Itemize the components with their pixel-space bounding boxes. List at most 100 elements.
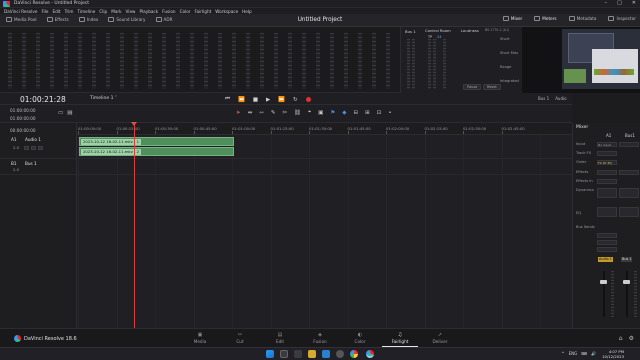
volume-icon[interactable]: 🔊	[591, 351, 596, 356]
zoom-dot-icon[interactable]: •	[388, 110, 391, 116]
minimize-button[interactable]: –	[605, 0, 608, 6]
menu-workspace[interactable]: Workspace	[215, 9, 238, 14]
inspector-toggle-button[interactable]: Inspector	[608, 16, 636, 21]
tray-overflow-icon[interactable]: ^	[561, 351, 564, 356]
eq-graph-bus[interactable]	[619, 207, 639, 217]
davinci-resolve-taskbar-icon[interactable]	[366, 350, 374, 358]
menu-view[interactable]: View	[126, 9, 136, 14]
page-tab-deliver[interactable]: ➚ Deliver	[422, 332, 458, 344]
bus-send-slot[interactable]	[597, 240, 617, 245]
image-tool-icon[interactable]: ▣	[318, 110, 323, 116]
track-header-b1[interactable]: B1 Bus 1 2.0	[0, 159, 77, 175]
flag-tool-icon[interactable]: ⚑	[330, 110, 335, 116]
menu-trim[interactable]: Trim	[65, 9, 74, 14]
page-tab-media[interactable]: ▣ Media	[182, 332, 218, 344]
play-icon[interactable]: ▶	[266, 97, 270, 103]
obs-icon[interactable]	[336, 350, 344, 358]
menu-edit[interactable]: Edit	[52, 9, 60, 14]
effects-in-toggle[interactable]	[597, 179, 617, 184]
audio-clip[interactable]: 2023-10-12 16-02-11.mkv - 2	[79, 147, 234, 156]
eq-graph[interactable]	[597, 207, 617, 217]
keyboard-icon[interactable]: ⌨	[581, 351, 587, 356]
page-tab-color[interactable]: ◐ Color	[342, 332, 378, 344]
index-button[interactable]: Index	[78, 17, 98, 22]
track-header-a1[interactable]: A1 Audio 1 2.0	[0, 135, 77, 159]
menu-timeline[interactable]: Timeline	[77, 9, 95, 14]
input-select-bus[interactable]	[619, 142, 639, 147]
language-indicator[interactable]: ENG	[569, 351, 578, 356]
video-monitor[interactable]	[522, 27, 640, 93]
range-tool-icon[interactable]: ⇹	[248, 110, 253, 116]
pause-button[interactable]: Pause	[463, 84, 482, 90]
pencil-tool-icon[interactable]: ✎	[271, 110, 276, 116]
task-view-icon[interactable]	[294, 350, 302, 358]
lane-b1[interactable]	[77, 159, 572, 175]
fader-a1[interactable]	[600, 280, 607, 284]
zoom-detail-icon[interactable]: ⊞	[365, 110, 370, 116]
track-list-icon[interactable]: ▤	[67, 110, 72, 116]
effects-slot-bus[interactable]	[619, 170, 639, 175]
effects-button[interactable]: Effects	[46, 17, 69, 22]
maximize-button[interactable]: □	[617, 0, 622, 6]
menu-davinci-resolve[interactable]: DaVinci Resolve	[4, 9, 37, 14]
track-name[interactable]: Audio 1	[25, 137, 41, 142]
mute-button[interactable]	[38, 146, 43, 150]
dynamics-graph-bus[interactable]	[619, 188, 639, 198]
marker-tool-icon[interactable]: ◆	[342, 110, 346, 116]
chrome-icon[interactable]	[350, 350, 358, 358]
menu-fusion[interactable]: Fusion	[162, 9, 175, 14]
menu-file[interactable]: File	[41, 9, 48, 14]
record-icon[interactable]	[305, 97, 311, 102]
mixer-toggle-button[interactable]: Mixer	[502, 16, 522, 21]
audio-select[interactable]: Audio	[555, 96, 566, 101]
menu-color[interactable]: Color	[180, 9, 191, 14]
settings-gear-icon[interactable]: ⚙	[629, 335, 634, 342]
bus-send-slot[interactable]	[597, 233, 617, 238]
close-button[interactable]: ✕	[632, 0, 636, 6]
menu-help[interactable]: Help	[242, 9, 252, 14]
menu-mark[interactable]: Mark	[111, 9, 121, 14]
effects-slot[interactable]	[597, 170, 617, 175]
loudness-standard[interactable]: BS.1770-1 (LU)	[485, 28, 509, 32]
order-select[interactable]: FX DY EQ	[597, 160, 617, 165]
input-select[interactable]: No Input	[597, 142, 617, 147]
meters-toggle-button[interactable]: Meters	[534, 16, 557, 21]
start-windows-icon[interactable]	[266, 350, 274, 358]
menu-playback[interactable]: Playback	[139, 9, 158, 14]
page-tab-fairlight[interactable]: ♫ Fairlight	[382, 332, 418, 347]
reset-button[interactable]: Reset	[483, 84, 501, 90]
track-fx-slot[interactable]	[597, 151, 617, 156]
razor-tool-icon[interactable]: ✂	[282, 110, 287, 116]
record-arm-button[interactable]	[24, 146, 29, 150]
timeline-view-icon[interactable]: ▭	[58, 110, 63, 116]
rewind-icon[interactable]: ⏪	[238, 97, 245, 103]
audio-clip[interactable]: 2023-10-12 16-02-11.mkv - 1	[79, 137, 234, 146]
lane-a1[interactable]: 2023-10-12 16-02-11.mkv - 1 2023-10-12 1…	[77, 135, 572, 159]
timeline-ruler[interactable]: 01:00:00:00 01:00:15:00 01:00:30:00 01:00:4…	[77, 123, 572, 135]
fader-bus1[interactable]	[623, 280, 630, 284]
bus-output-select[interactable]: Bus 1	[538, 96, 549, 101]
fast-forward-icon[interactable]: ⏩	[278, 97, 285, 103]
snap-tool-icon[interactable]: ⌖	[308, 109, 311, 116]
link-tool-icon[interactable]: ⛓	[294, 110, 301, 116]
home-icon[interactable]: ⌂	[619, 335, 623, 342]
solo-button[interactable]	[31, 146, 36, 150]
edge-browser-icon[interactable]	[322, 350, 330, 358]
menu-clip[interactable]: Clip	[99, 9, 107, 14]
sound-library-button[interactable]: Sound Library	[108, 17, 146, 22]
zoom-full-icon[interactable]: ⊟	[354, 110, 359, 116]
track-name[interactable]: Bus 1	[25, 161, 37, 166]
bus-send-slot[interactable]	[597, 247, 617, 252]
loop-icon[interactable]: ↻	[293, 97, 298, 103]
page-tab-fusion[interactable]: ◈ Fusion	[302, 332, 338, 344]
zoom-custom-icon[interactable]: ⊡	[377, 110, 382, 116]
adr-button[interactable]: ADR	[155, 17, 173, 22]
system-clock[interactable]: 4:07 PM 10/12/2023	[602, 349, 624, 359]
page-tab-edit[interactable]: ▤ Edit	[262, 332, 298, 344]
page-tab-cut[interactable]: ✂ Cut	[222, 332, 258, 344]
timeline-name-dropdown[interactable]: Timeline 1 ˅	[90, 96, 117, 101]
file-explorer-icon[interactable]	[308, 350, 316, 358]
metadata-toggle-button[interactable]: Metadata	[568, 16, 596, 21]
dynamics-graph[interactable]	[597, 188, 617, 198]
media-pool-button[interactable]: Media Pool	[6, 17, 37, 22]
